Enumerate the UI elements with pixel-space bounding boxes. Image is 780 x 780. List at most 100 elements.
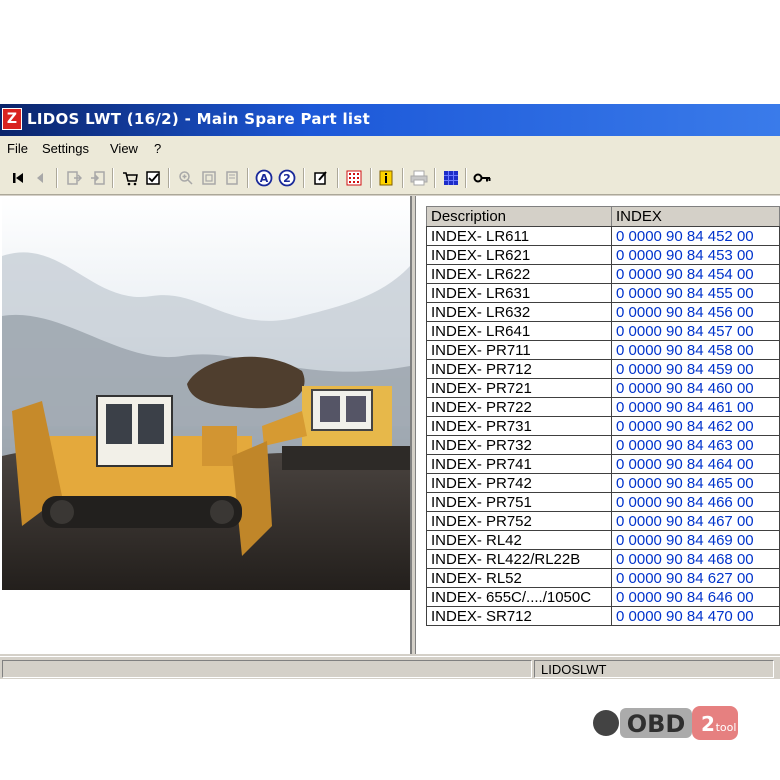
table-row[interactable]: INDEX- LR621 0 0000 90 84 453 00 bbox=[426, 245, 780, 265]
row-description[interactable]: INDEX- PR741 bbox=[426, 454, 612, 474]
table-row[interactable]: INDEX- LR632 0 0000 90 84 456 00 bbox=[426, 302, 780, 322]
row-index-link[interactable]: 0 0000 90 84 467 00 bbox=[611, 511, 780, 531]
circle-2-icon[interactable]: 2 bbox=[277, 168, 297, 188]
row-index-link[interactable]: 0 0000 90 84 462 00 bbox=[611, 416, 780, 436]
row-description[interactable]: INDEX- RL52 bbox=[426, 568, 612, 588]
row-index-link[interactable]: 0 0000 90 84 646 00 bbox=[611, 587, 780, 607]
table-row[interactable]: INDEX- RL422/RL22B 0 0000 90 84 468 00 bbox=[426, 549, 780, 569]
row-description[interactable]: INDEX- 655C/..../1050C bbox=[426, 587, 612, 607]
table-row[interactable]: INDEX- RL42 0 0000 90 84 469 00 bbox=[426, 530, 780, 550]
row-index-link[interactable]: 0 0000 90 84 469 00 bbox=[611, 530, 780, 550]
previous-record-icon[interactable] bbox=[30, 168, 50, 188]
svg-text:A: A bbox=[260, 172, 269, 185]
row-description[interactable]: INDEX- PR732 bbox=[426, 435, 612, 455]
export-icon[interactable] bbox=[64, 168, 84, 188]
row-index-link[interactable]: 0 0000 90 84 454 00 bbox=[611, 264, 780, 284]
table-row[interactable]: INDEX- SR712 0 0000 90 84 470 00 bbox=[426, 606, 780, 626]
menu-bar: File Settings View ? bbox=[0, 136, 780, 162]
grid-red-icon[interactable] bbox=[344, 168, 364, 188]
table-row[interactable]: INDEX- PR732 0 0000 90 84 463 00 bbox=[426, 435, 780, 455]
table-row[interactable]: INDEX- PR722 0 0000 90 84 461 00 bbox=[426, 397, 780, 417]
menu-help[interactable]: ? bbox=[154, 141, 161, 156]
import-icon[interactable] bbox=[88, 168, 108, 188]
first-record-icon[interactable] bbox=[8, 168, 28, 188]
row-description[interactable]: INDEX- LR611 bbox=[426, 226, 612, 246]
zoom-in-icon[interactable] bbox=[176, 168, 196, 188]
row-index-link[interactable]: 0 0000 90 84 455 00 bbox=[611, 283, 780, 303]
row-index-link[interactable]: 0 0000 90 84 453 00 bbox=[611, 245, 780, 265]
menu-settings[interactable]: Settings bbox=[42, 141, 89, 156]
row-description[interactable]: INDEX- SR712 bbox=[426, 606, 612, 626]
table-row[interactable]: INDEX- PR721 0 0000 90 84 460 00 bbox=[426, 378, 780, 398]
toolbar-separator bbox=[370, 168, 372, 188]
row-index-link[interactable]: 0 0000 90 84 466 00 bbox=[611, 492, 780, 512]
row-description[interactable]: INDEX- LR622 bbox=[426, 264, 612, 284]
table-row[interactable]: INDEX- PR741 0 0000 90 84 464 00 bbox=[426, 454, 780, 474]
table-row[interactable]: INDEX- PR712 0 0000 90 84 459 00 bbox=[426, 359, 780, 379]
table-row[interactable]: INDEX- LR611 0 0000 90 84 452 00 bbox=[426, 226, 780, 246]
table-row[interactable]: INDEX- PR731 0 0000 90 84 462 00 bbox=[426, 416, 780, 436]
table-row[interactable]: INDEX- PR742 0 0000 90 84 465 00 bbox=[426, 473, 780, 493]
row-description[interactable]: INDEX- PR751 bbox=[426, 492, 612, 512]
print-icon[interactable] bbox=[409, 168, 429, 188]
status-panel-main bbox=[2, 660, 532, 678]
row-index-link[interactable]: 0 0000 90 84 457 00 bbox=[611, 321, 780, 341]
info-icon[interactable] bbox=[376, 168, 396, 188]
row-index-link[interactable]: 0 0000 90 84 470 00 bbox=[611, 606, 780, 626]
page-fit-icon[interactable] bbox=[199, 168, 219, 188]
cart-icon[interactable] bbox=[120, 168, 140, 188]
machinery-photo bbox=[2, 196, 410, 590]
toolbar-separator bbox=[56, 168, 58, 188]
column-header-index[interactable]: INDEX bbox=[611, 206, 780, 227]
row-index-link[interactable]: 0 0000 90 84 461 00 bbox=[611, 397, 780, 417]
menu-view[interactable]: View bbox=[110, 141, 138, 156]
row-index-link[interactable]: 0 0000 90 84 456 00 bbox=[611, 302, 780, 322]
application-window: Z LIDOS LWT (16/2) - Main Spare Part lis… bbox=[0, 104, 780, 679]
table-row[interactable]: INDEX- PR711 0 0000 90 84 458 00 bbox=[426, 340, 780, 360]
row-index-link[interactable]: 0 0000 90 84 459 00 bbox=[611, 359, 780, 379]
edit-icon[interactable] bbox=[311, 168, 331, 188]
row-description[interactable]: INDEX- PR752 bbox=[426, 511, 612, 531]
row-description[interactable]: INDEX- LR632 bbox=[426, 302, 612, 322]
row-index-link[interactable]: 0 0000 90 84 465 00 bbox=[611, 473, 780, 493]
table-row[interactable]: INDEX- PR751 0 0000 90 84 466 00 bbox=[426, 492, 780, 512]
column-header-description[interactable]: Description bbox=[426, 206, 612, 227]
row-description[interactable]: INDEX- LR641 bbox=[426, 321, 612, 341]
blue-grid-icon[interactable] bbox=[441, 168, 461, 188]
row-index-link[interactable]: 0 0000 90 84 468 00 bbox=[611, 549, 780, 569]
row-description[interactable]: INDEX- PR712 bbox=[426, 359, 612, 379]
row-description[interactable]: INDEX- RL42 bbox=[426, 530, 612, 550]
row-index-link[interactable]: 0 0000 90 84 460 00 bbox=[611, 378, 780, 398]
row-description[interactable]: INDEX- PR722 bbox=[426, 397, 612, 417]
table-row[interactable]: INDEX- LR641 0 0000 90 84 457 00 bbox=[426, 321, 780, 341]
row-description[interactable]: INDEX- PR731 bbox=[426, 416, 612, 436]
row-index-link[interactable]: 0 0000 90 84 464 00 bbox=[611, 454, 780, 474]
image-pane bbox=[0, 196, 412, 654]
row-description[interactable]: INDEX- PR721 bbox=[426, 378, 612, 398]
circle-a-icon[interactable]: A bbox=[254, 168, 274, 188]
table-row[interactable]: INDEX- LR631 0 0000 90 84 455 00 bbox=[426, 283, 780, 303]
title-bar[interactable]: Z LIDOS LWT (16/2) - Main Spare Part lis… bbox=[0, 104, 780, 136]
table-row[interactable]: INDEX- LR622 0 0000 90 84 454 00 bbox=[426, 264, 780, 284]
row-index-link[interactable]: 0 0000 90 84 452 00 bbox=[611, 226, 780, 246]
checklist-icon[interactable] bbox=[143, 168, 163, 188]
row-description[interactable]: INDEX- PR742 bbox=[426, 473, 612, 493]
row-index-link[interactable]: 0 0000 90 84 627 00 bbox=[611, 568, 780, 588]
status-panel-db: LIDOSLWT bbox=[534, 660, 774, 678]
row-description[interactable]: INDEX- PR711 bbox=[426, 340, 612, 360]
row-description[interactable]: INDEX- RL422/RL22B bbox=[426, 549, 612, 569]
status-text: LIDOSLWT bbox=[541, 662, 607, 677]
key-icon[interactable] bbox=[472, 168, 492, 188]
row-index-link[interactable]: 0 0000 90 84 463 00 bbox=[611, 435, 780, 455]
row-index-link[interactable]: 0 0000 90 84 458 00 bbox=[611, 340, 780, 360]
menu-file[interactable]: File bbox=[7, 141, 28, 156]
table-row[interactable]: INDEX- RL52 0 0000 90 84 627 00 bbox=[426, 568, 780, 588]
watermark-logo: OBD 2 tool bbox=[593, 706, 738, 740]
svg-text:OBD: OBD bbox=[627, 710, 686, 738]
table-row[interactable]: INDEX- PR752 0 0000 90 84 467 00 bbox=[426, 511, 780, 531]
row-description[interactable]: INDEX- LR621 bbox=[426, 245, 612, 265]
table-row[interactable]: INDEX- 655C/..../1050C 0 0000 90 84 646 0… bbox=[426, 587, 780, 607]
toolbar-separator bbox=[337, 168, 339, 188]
page-icon[interactable] bbox=[222, 168, 242, 188]
row-description[interactable]: INDEX- LR631 bbox=[426, 283, 612, 303]
